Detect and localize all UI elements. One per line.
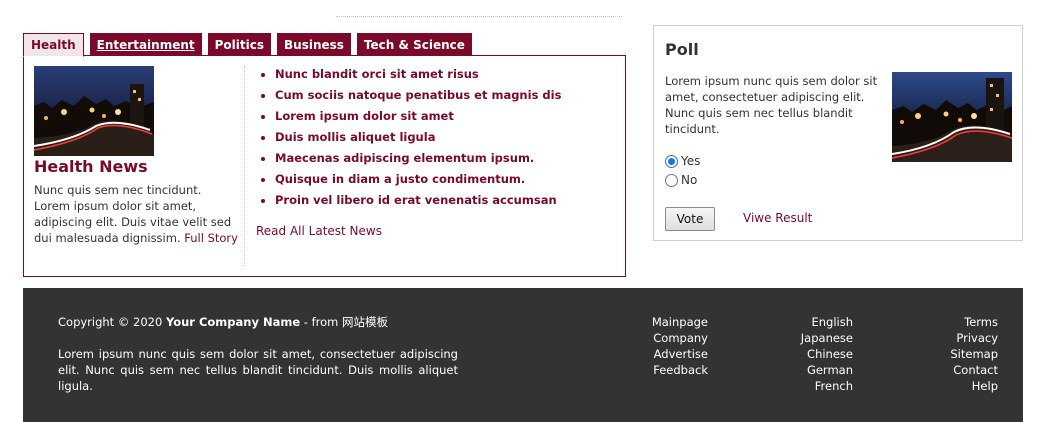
copyright: Copyright © 2020 Your Company Name - fro… [58, 314, 388, 330]
footer-link-chinese[interactable]: Chinese [801, 346, 853, 362]
vote-button[interactable]: Vote [665, 207, 715, 231]
tab-tech-science[interactable]: Tech & Science [356, 33, 472, 56]
poll-option-label: No [681, 173, 698, 187]
news-list-item[interactable]: Quisque in diam a justo condimentum. [275, 171, 619, 192]
poll-option-label: Yes [681, 154, 701, 168]
footer-link-help[interactable]: Help [950, 378, 998, 394]
footer-legal-links: Terms Privacy Sitemap Contact Help [950, 314, 998, 394]
footer-nav-links: Mainpage Company Advertise Feedback [652, 314, 708, 378]
news-list-item[interactable]: Maecenas adipiscing elementum ipsum. [275, 150, 619, 171]
footer-link-french[interactable]: French [801, 378, 853, 394]
poll-question: Lorem ipsum nunc quis sem dolor sit amet… [665, 74, 878, 136]
tab-politics[interactable]: Politics [207, 33, 271, 56]
radio-no[interactable] [665, 173, 678, 187]
footer-link-privacy[interactable]: Privacy [950, 330, 998, 346]
copyright-prefix: Copyright © 2020 [58, 315, 166, 329]
footer-link-feedback[interactable]: Feedback [652, 362, 708, 378]
footer-link-german[interactable]: German [801, 362, 853, 378]
footer-link-sitemap[interactable]: Sitemap [950, 346, 998, 362]
poll-option-no[interactable]: No [665, 173, 697, 187]
panel-divider [244, 66, 245, 266]
footer-link-japanese[interactable]: Japanese [801, 330, 853, 346]
view-result-link[interactable]: Viwe Result [743, 211, 812, 225]
top-divider [336, 16, 622, 17]
radio-yes[interactable] [665, 154, 678, 168]
news-photo [34, 66, 154, 156]
news-list-item[interactable]: Proin vel libero id erat venenatis accum… [275, 192, 619, 213]
tab-business[interactable]: Business [277, 33, 351, 56]
news-list-item[interactable]: Nunc blandit orci sit amet risus [275, 66, 619, 87]
footer-link-contact[interactable]: Contact [950, 362, 998, 378]
tab-panel: Health News Nunc quis sem nec tincidunt.… [23, 55, 626, 277]
news-list-item[interactable]: Lorem ipsum dolor sit amet [275, 108, 619, 129]
footer-link-english[interactable]: English [801, 314, 853, 330]
footer-link-company[interactable]: Company [652, 330, 708, 346]
poll-option-yes[interactable]: Yes [665, 154, 700, 168]
tab-health[interactable]: Health [23, 33, 84, 57]
poll-box: Poll Lorem ipsum nunc quis sem dolor sit… [653, 25, 1023, 241]
footer-language-links: English Japanese Chinese German French [801, 314, 853, 394]
copyright-suffix: - from 网站模板 [300, 315, 389, 329]
footer-link-advertise[interactable]: Advertise [652, 346, 708, 362]
company-name[interactable]: Your Company Name [166, 315, 300, 329]
full-story-link[interactable]: Full Story [184, 231, 238, 245]
footer-link-terms[interactable]: Terms [950, 314, 998, 330]
news-list-item[interactable]: Cum sociis natoque penatibus et magnis d… [275, 87, 619, 108]
news-title: Health News [34, 157, 148, 176]
news-list: Nunc blandit orci sit amet risus Cum soc… [259, 66, 619, 213]
news-summary: Nunc quis sem nec tincidunt. Lorem ipsum… [34, 182, 239, 246]
footer-link-mainpage[interactable]: Mainpage [652, 314, 708, 330]
footer-description: Lorem ipsum nunc quis sem dolor sit amet… [58, 347, 458, 393]
poll-photo [892, 72, 1012, 162]
footer: Copyright © 2020 Your Company Name - fro… [23, 288, 1023, 422]
poll-title: Poll [665, 40, 699, 59]
read-all-news-link[interactable]: Read All Latest News [256, 224, 382, 238]
tab-entertainment[interactable]: Entertainment [89, 33, 202, 56]
news-list-item[interactable]: Duis mollis aliquet ligula [275, 129, 619, 150]
news-tabs: Health Entertainment Politics Business T… [23, 33, 478, 57]
